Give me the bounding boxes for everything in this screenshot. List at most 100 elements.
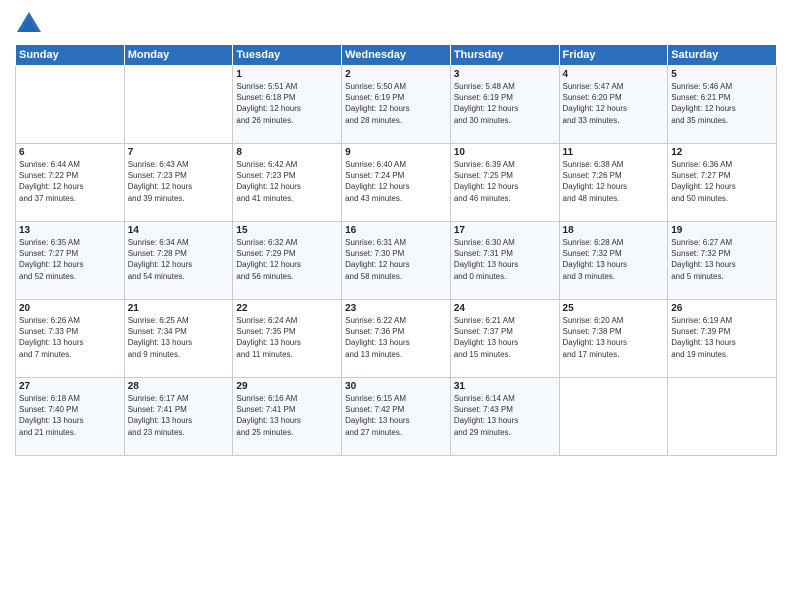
calendar-cell: 14Sunrise: 6:34 AM Sunset: 7:28 PM Dayli… <box>124 222 233 300</box>
day-detail: Sunrise: 6:25 AM Sunset: 7:34 PM Dayligh… <box>128 315 230 360</box>
calendar-cell: 24Sunrise: 6:21 AM Sunset: 7:37 PM Dayli… <box>450 300 559 378</box>
day-detail: Sunrise: 6:31 AM Sunset: 7:30 PM Dayligh… <box>345 237 447 282</box>
calendar-cell: 21Sunrise: 6:25 AM Sunset: 7:34 PM Dayli… <box>124 300 233 378</box>
day-number: 27 <box>19 381 121 392</box>
calendar-cell: 4Sunrise: 5:47 AM Sunset: 6:20 PM Daylig… <box>559 66 668 144</box>
day-number: 19 <box>671 225 773 236</box>
calendar-cell: 2Sunrise: 5:50 AM Sunset: 6:19 PM Daylig… <box>342 66 451 144</box>
day-detail: Sunrise: 6:17 AM Sunset: 7:41 PM Dayligh… <box>128 393 230 438</box>
calendar-cell: 16Sunrise: 6:31 AM Sunset: 7:30 PM Dayli… <box>342 222 451 300</box>
day-number: 29 <box>236 381 338 392</box>
calendar-cell: 5Sunrise: 5:46 AM Sunset: 6:21 PM Daylig… <box>668 66 777 144</box>
logo <box>15 10 47 38</box>
day-number: 9 <box>345 147 447 158</box>
calendar-cell <box>559 378 668 456</box>
day-detail: Sunrise: 6:40 AM Sunset: 7:24 PM Dayligh… <box>345 159 447 204</box>
day-detail: Sunrise: 6:35 AM Sunset: 7:27 PM Dayligh… <box>19 237 121 282</box>
day-number: 26 <box>671 303 773 314</box>
day-detail: Sunrise: 5:50 AM Sunset: 6:19 PM Dayligh… <box>345 81 447 126</box>
calendar-cell: 20Sunrise: 6:26 AM Sunset: 7:33 PM Dayli… <box>16 300 125 378</box>
day-detail: Sunrise: 6:14 AM Sunset: 7:43 PM Dayligh… <box>454 393 556 438</box>
day-detail: Sunrise: 6:43 AM Sunset: 7:23 PM Dayligh… <box>128 159 230 204</box>
day-header-tuesday: Tuesday <box>233 45 342 66</box>
day-number: 30 <box>345 381 447 392</box>
day-number: 18 <box>563 225 665 236</box>
calendar-cell: 31Sunrise: 6:14 AM Sunset: 7:43 PM Dayli… <box>450 378 559 456</box>
day-number: 21 <box>128 303 230 314</box>
week-row-3: 13Sunrise: 6:35 AM Sunset: 7:27 PM Dayli… <box>16 222 777 300</box>
day-number: 12 <box>671 147 773 158</box>
day-detail: Sunrise: 6:34 AM Sunset: 7:28 PM Dayligh… <box>128 237 230 282</box>
calendar-cell: 3Sunrise: 5:48 AM Sunset: 6:19 PM Daylig… <box>450 66 559 144</box>
day-detail: Sunrise: 5:51 AM Sunset: 6:18 PM Dayligh… <box>236 81 338 126</box>
calendar-cell: 25Sunrise: 6:20 AM Sunset: 7:38 PM Dayli… <box>559 300 668 378</box>
day-detail: Sunrise: 6:21 AM Sunset: 7:37 PM Dayligh… <box>454 315 556 360</box>
header-row: SundayMondayTuesdayWednesdayThursdayFrid… <box>16 45 777 66</box>
calendar-cell: 26Sunrise: 6:19 AM Sunset: 7:39 PM Dayli… <box>668 300 777 378</box>
calendar-cell: 1Sunrise: 5:51 AM Sunset: 6:18 PM Daylig… <box>233 66 342 144</box>
header <box>15 10 777 38</box>
calendar-cell: 10Sunrise: 6:39 AM Sunset: 7:25 PM Dayli… <box>450 144 559 222</box>
calendar-cell: 11Sunrise: 6:38 AM Sunset: 7:26 PM Dayli… <box>559 144 668 222</box>
day-number: 2 <box>345 69 447 80</box>
day-detail: Sunrise: 6:22 AM Sunset: 7:36 PM Dayligh… <box>345 315 447 360</box>
day-number: 11 <box>563 147 665 158</box>
day-detail: Sunrise: 5:47 AM Sunset: 6:20 PM Dayligh… <box>563 81 665 126</box>
week-row-1: 1Sunrise: 5:51 AM Sunset: 6:18 PM Daylig… <box>16 66 777 144</box>
day-detail: Sunrise: 6:19 AM Sunset: 7:39 PM Dayligh… <box>671 315 773 360</box>
day-header-monday: Monday <box>124 45 233 66</box>
day-detail: Sunrise: 5:46 AM Sunset: 6:21 PM Dayligh… <box>671 81 773 126</box>
day-number: 31 <box>454 381 556 392</box>
day-detail: Sunrise: 6:32 AM Sunset: 7:29 PM Dayligh… <box>236 237 338 282</box>
day-number: 25 <box>563 303 665 314</box>
calendar-cell: 22Sunrise: 6:24 AM Sunset: 7:35 PM Dayli… <box>233 300 342 378</box>
calendar-cell: 30Sunrise: 6:15 AM Sunset: 7:42 PM Dayli… <box>342 378 451 456</box>
day-number: 22 <box>236 303 338 314</box>
day-number: 17 <box>454 225 556 236</box>
week-row-5: 27Sunrise: 6:18 AM Sunset: 7:40 PM Dayli… <box>16 378 777 456</box>
day-number: 23 <box>345 303 447 314</box>
day-detail: Sunrise: 6:26 AM Sunset: 7:33 PM Dayligh… <box>19 315 121 360</box>
calendar-cell: 9Sunrise: 6:40 AM Sunset: 7:24 PM Daylig… <box>342 144 451 222</box>
day-detail: Sunrise: 5:48 AM Sunset: 6:19 PM Dayligh… <box>454 81 556 126</box>
calendar-cell: 18Sunrise: 6:28 AM Sunset: 7:32 PM Dayli… <box>559 222 668 300</box>
calendar-cell: 28Sunrise: 6:17 AM Sunset: 7:41 PM Dayli… <box>124 378 233 456</box>
day-detail: Sunrise: 6:42 AM Sunset: 7:23 PM Dayligh… <box>236 159 338 204</box>
day-number: 14 <box>128 225 230 236</box>
day-header-sunday: Sunday <box>16 45 125 66</box>
day-number: 4 <box>563 69 665 80</box>
week-row-2: 6Sunrise: 6:44 AM Sunset: 7:22 PM Daylig… <box>16 144 777 222</box>
day-detail: Sunrise: 6:24 AM Sunset: 7:35 PM Dayligh… <box>236 315 338 360</box>
day-number: 13 <box>19 225 121 236</box>
day-number: 28 <box>128 381 230 392</box>
day-number: 5 <box>671 69 773 80</box>
calendar-cell: 17Sunrise: 6:30 AM Sunset: 7:31 PM Dayli… <box>450 222 559 300</box>
calendar-cell <box>16 66 125 144</box>
week-row-4: 20Sunrise: 6:26 AM Sunset: 7:33 PM Dayli… <box>16 300 777 378</box>
day-detail: Sunrise: 6:27 AM Sunset: 7:32 PM Dayligh… <box>671 237 773 282</box>
day-number: 10 <box>454 147 556 158</box>
calendar-cell <box>668 378 777 456</box>
logo-icon <box>15 10 43 38</box>
calendar-cell <box>124 66 233 144</box>
calendar-cell: 8Sunrise: 6:42 AM Sunset: 7:23 PM Daylig… <box>233 144 342 222</box>
day-detail: Sunrise: 6:28 AM Sunset: 7:32 PM Dayligh… <box>563 237 665 282</box>
day-detail: Sunrise: 6:15 AM Sunset: 7:42 PM Dayligh… <box>345 393 447 438</box>
calendar-cell: 15Sunrise: 6:32 AM Sunset: 7:29 PM Dayli… <box>233 222 342 300</box>
day-number: 20 <box>19 303 121 314</box>
day-header-saturday: Saturday <box>668 45 777 66</box>
calendar-cell: 13Sunrise: 6:35 AM Sunset: 7:27 PM Dayli… <box>16 222 125 300</box>
calendar-cell: 19Sunrise: 6:27 AM Sunset: 7:32 PM Dayli… <box>668 222 777 300</box>
day-detail: Sunrise: 6:20 AM Sunset: 7:38 PM Dayligh… <box>563 315 665 360</box>
day-detail: Sunrise: 6:38 AM Sunset: 7:26 PM Dayligh… <box>563 159 665 204</box>
day-header-thursday: Thursday <box>450 45 559 66</box>
day-detail: Sunrise: 6:39 AM Sunset: 7:25 PM Dayligh… <box>454 159 556 204</box>
day-number: 8 <box>236 147 338 158</box>
day-detail: Sunrise: 6:16 AM Sunset: 7:41 PM Dayligh… <box>236 393 338 438</box>
day-number: 7 <box>128 147 230 158</box>
day-number: 6 <box>19 147 121 158</box>
day-number: 24 <box>454 303 556 314</box>
calendar-cell: 7Sunrise: 6:43 AM Sunset: 7:23 PM Daylig… <box>124 144 233 222</box>
day-number: 15 <box>236 225 338 236</box>
calendar-cell: 6Sunrise: 6:44 AM Sunset: 7:22 PM Daylig… <box>16 144 125 222</box>
